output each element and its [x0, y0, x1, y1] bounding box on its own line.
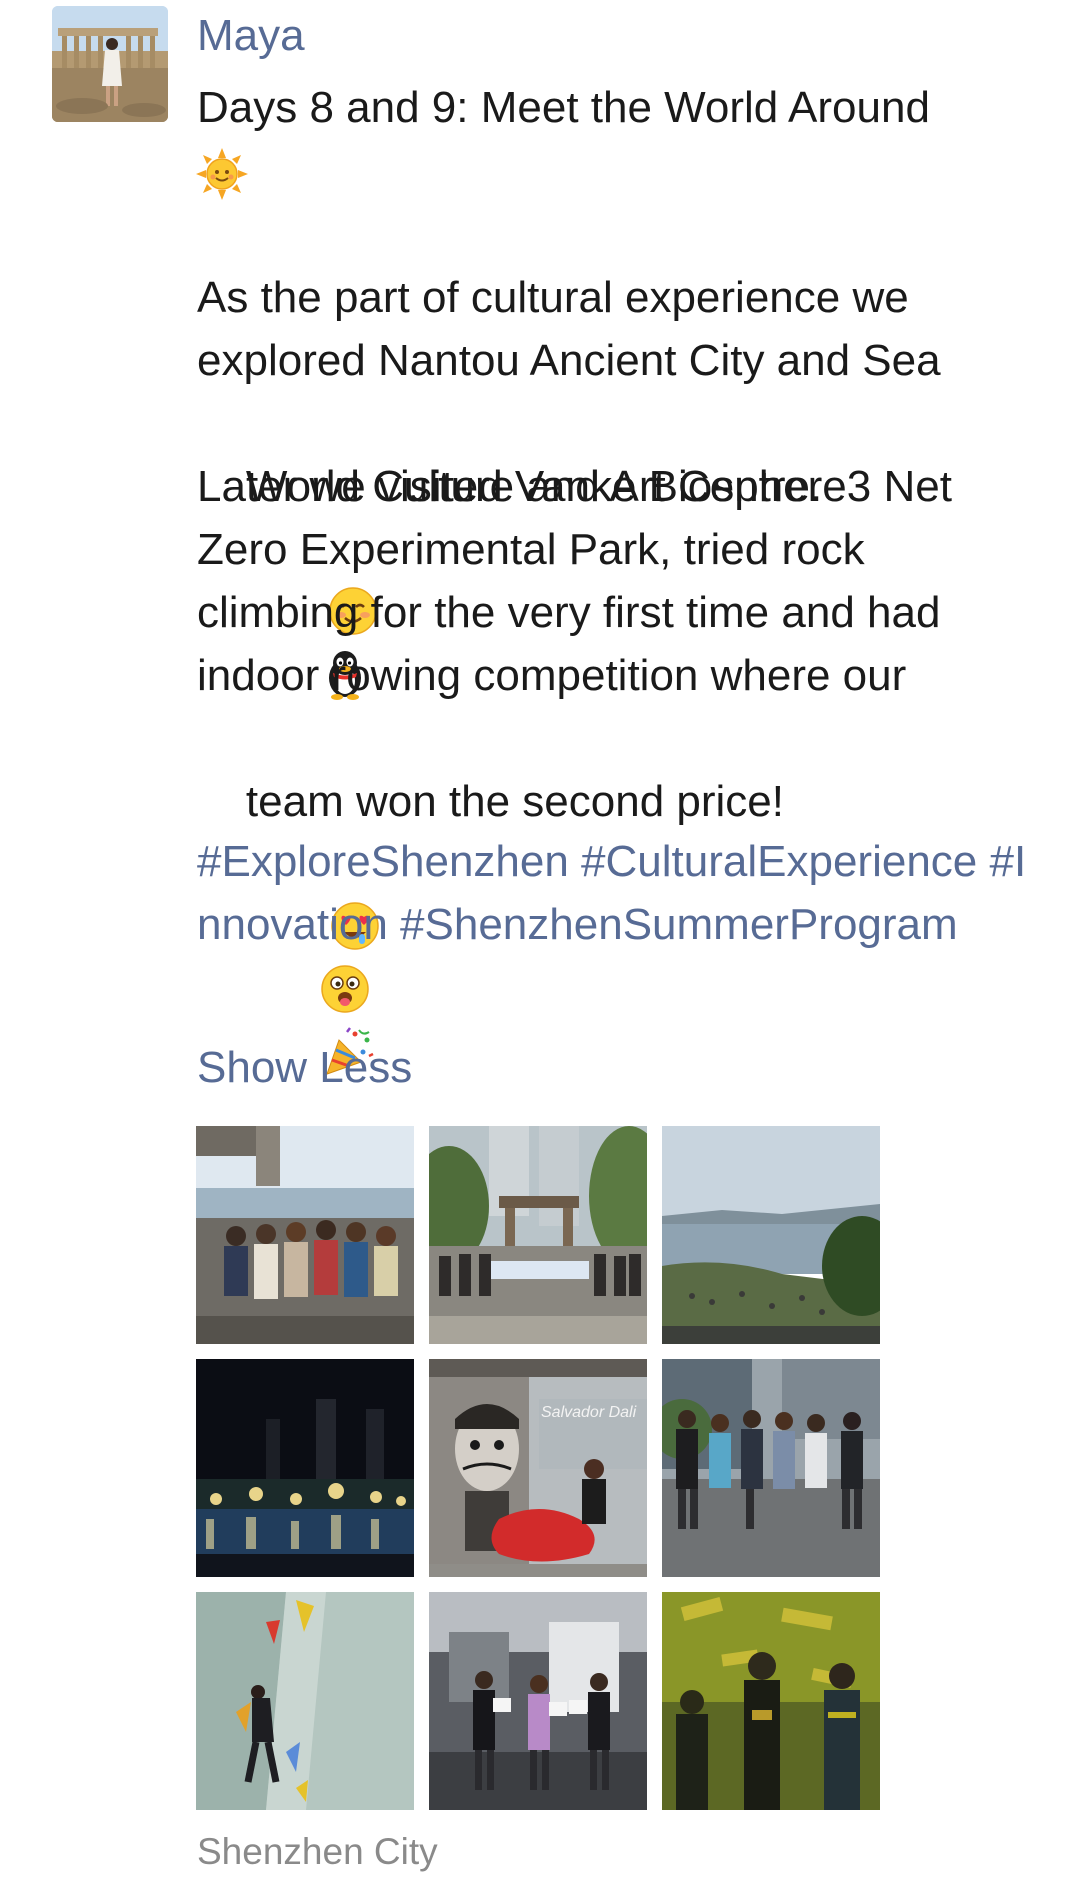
post-body-line: Zero Experimental Park, tried rock: [197, 525, 865, 574]
location-label[interactable]: Shenzhen City: [197, 1828, 438, 1876]
author-name[interactable]: Maya: [197, 8, 305, 64]
sun-emoji-icon: [196, 148, 248, 200]
hashtags[interactable]: #ExploreShenzhen #CulturalExperience #In…: [197, 830, 1027, 956]
photo-thumbnail[interactable]: [662, 1126, 880, 1344]
photo-thumbnail[interactable]: [196, 1359, 414, 1577]
post-body-line: climbing for the very first time and had: [197, 588, 941, 637]
post-title-line: Days 8 and 9: Meet the World Around: [197, 83, 930, 132]
post-body-line: Later we visited Vanke Biosphere3 Net: [197, 462, 952, 511]
post-body-line-text: team won the second price!: [245, 777, 784, 826]
show-less-link[interactable]: Show Less: [197, 1040, 412, 1096]
photo-grid: Salvador Dali: [196, 1126, 880, 1810]
moments-post: Maya Days 8 and 9: Meet the World Around: [0, 0, 1080, 1888]
photo-thumbnail[interactable]: [196, 1126, 414, 1344]
photo-thumbnail[interactable]: [196, 1592, 414, 1810]
photo-sign-text: Salvador Dali: [541, 1404, 637, 1421]
photo-thumbnail[interactable]: [429, 1126, 647, 1344]
post-body-line: indoor rowing competition where our: [197, 651, 907, 700]
photo-thumbnail[interactable]: [429, 1592, 647, 1810]
post-body-line: As the part of cultural experience we: [197, 273, 909, 322]
photo-thumbnail[interactable]: Salvador Dali: [429, 1359, 647, 1577]
avatar[interactable]: [52, 6, 168, 122]
party-popper-icon: [250, 963, 374, 1076]
photo-thumbnail[interactable]: [662, 1359, 880, 1577]
photo-thumbnail[interactable]: [662, 1592, 880, 1810]
post-body-line: explored Nantou Ancient City and Sea: [197, 336, 941, 385]
